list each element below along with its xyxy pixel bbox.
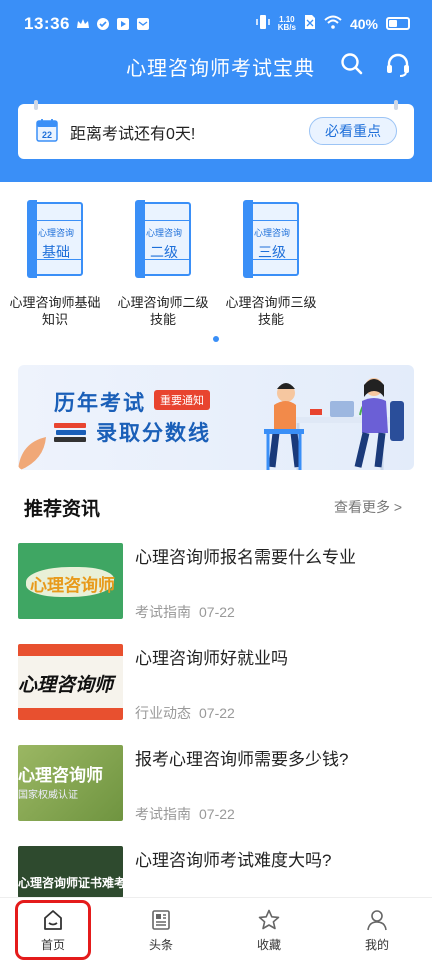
book-label-top: 心理咨询 <box>37 228 74 238</box>
search-button[interactable] <box>340 52 364 76</box>
book-label-top: 心理咨询 <box>145 228 182 238</box>
header: 13:36 1.10 KB/s 40% 心理咨询师考试宝典 22 距离考试还有0… <box>0 0 432 182</box>
news-thumbnail: 心理咨询师 <box>18 543 123 619</box>
app-title: 心理咨询师考试宝典 <box>126 58 315 80</box>
nav-label: 收藏 <box>256 938 281 952</box>
exam-countdown-card[interactable]: 22 距离考试还有0天! 必看重点 <box>18 100 414 159</box>
news-meta: 考试指南 07-22 <box>135 602 235 622</box>
news-title: 心理咨询师好就业吗 <box>135 649 288 668</box>
news-category: 考试指南 <box>135 806 191 822</box>
news-thumbnail: 心理咨询师 国家权威认证 <box>18 745 123 821</box>
news-item[interactable]: 心理咨询师 心理咨询师报名需要什么专业 考试指南 07-22 <box>18 543 418 623</box>
check-badge-icon <box>96 17 110 31</box>
book-icon: 心理咨询 二级 <box>135 200 191 278</box>
net-speed: 1.10 KB/s <box>277 15 296 32</box>
news-thumbnail: 心理咨询师 <box>18 644 123 720</box>
leaf-decoration <box>18 437 46 470</box>
book-label-main: 三级 <box>258 244 286 260</box>
status-right: 1.10 KB/s 40% <box>255 14 410 33</box>
news-title: 心理咨询师报名需要什么专业 <box>135 548 356 567</box>
crown-icon <box>76 17 90 31</box>
card-pin <box>34 100 38 110</box>
news-meta: 考试指南 07-22 <box>135 804 235 824</box>
headset-icon <box>387 53 409 77</box>
user-icon <box>367 910 387 931</box>
meeting-illustration <box>264 378 404 470</box>
course-name: 心理咨询师三级技能 <box>225 295 317 327</box>
news-date: 07-22 <box>199 604 235 620</box>
book-label-main: 基础 <box>42 244 70 260</box>
nav-headlines[interactable]: 头条 <box>126 908 196 953</box>
nav-label: 我的 <box>364 938 389 952</box>
banner-title: 历年考试 <box>54 392 146 415</box>
book-label-top: 心理咨询 <box>253 228 290 238</box>
pager-indicator <box>213 336 219 342</box>
news-title: 心理咨询师考试难度大吗? <box>135 851 332 870</box>
thumbnail-text: 心理咨询师 <box>30 576 115 595</box>
section-title: 推荐资讯 <box>24 499 101 520</box>
active-tab-highlight <box>15 900 91 960</box>
status-time: 13:36 <box>24 14 70 33</box>
see-more-link[interactable]: 查看更多 > <box>334 497 402 517</box>
play-app-icon <box>116 17 130 31</box>
star-icon <box>258 909 280 930</box>
news-category: 考试指南 <box>135 604 191 620</box>
nav-profile[interactable]: 我的 <box>342 908 412 953</box>
score-line-banner[interactable]: 历年考试 重要通知 录取分数线 <box>18 365 414 470</box>
banner-subtitle: 录取分数线 <box>96 422 211 445</box>
thumbnail-text: 心理咨询师 <box>18 675 114 696</box>
book-icon: 心理咨询 三级 <box>243 200 299 278</box>
search-icon <box>341 53 363 75</box>
notification-icons <box>76 17 150 31</box>
sim-icon <box>304 14 316 33</box>
news-meta: 行业动态 07-22 <box>135 703 235 723</box>
news-item[interactable]: 心理咨询师证书难考 心理咨询师考试难度大吗? <box>18 846 418 898</box>
news-icon <box>152 910 170 930</box>
status-bar: 13:36 1.10 KB/s 40% <box>0 0 432 50</box>
net-speed-unit: KB/s <box>277 22 296 32</box>
nav-favorites[interactable]: 收藏 <box>234 908 304 953</box>
customer-service-button[interactable] <box>385 52 411 78</box>
course-level-2[interactable]: 心理咨询 二级 心理咨询师二级技能 <box>108 200 218 328</box>
banner-badge: 重要通知 <box>154 390 210 410</box>
book-icon: 心理咨询 基础 <box>27 200 83 278</box>
battery-icon <box>386 17 410 30</box>
card-pin <box>394 100 398 110</box>
message-app-icon <box>136 17 150 31</box>
course-basics[interactable]: 心理咨询 基础 心理咨询师基础知识 <box>0 200 110 328</box>
news-thumbnail: 心理咨询师证书难考 <box>18 846 123 898</box>
calendar-day: 22 <box>42 130 52 140</box>
news-item[interactable]: 心理咨询师 心理咨询师好就业吗 行业动态 07-22 <box>18 644 418 724</box>
books-icon <box>54 423 86 442</box>
news-category: 行业动态 <box>135 705 191 721</box>
course-name: 心理咨询师二级技能 <box>117 295 209 327</box>
calendar-icon: 22 <box>36 119 58 142</box>
thumbnail-text: 心理咨询师证书难考 <box>18 876 123 890</box>
wifi-icon <box>324 15 342 32</box>
nav-label: 头条 <box>148 938 173 952</box>
news-item[interactable]: 心理咨询师 国家权威认证 报考心理咨询师需要多少钱? 考试指南 07-22 <box>18 745 418 825</box>
battery-text: 40% <box>349 15 378 32</box>
book-label-main: 二级 <box>150 244 178 260</box>
course-name: 心理咨询师基础知识 <box>9 295 101 327</box>
news-date: 07-22 <box>199 705 235 721</box>
countdown-text: 距离考试还有0天! <box>70 126 196 143</box>
thumbnail-subtext: 国家权威认证 <box>18 790 78 801</box>
news-title: 报考心理咨询师需要多少钱? <box>135 750 349 769</box>
vibrate-icon <box>255 14 270 33</box>
news-date: 07-22 <box>199 806 235 822</box>
course-level-3[interactable]: 心理咨询 三级 心理咨询师三级技能 <box>216 200 326 328</box>
thumbnail-text: 心理咨询师 <box>18 766 103 785</box>
must-see-button[interactable]: 必看重点 <box>309 117 397 145</box>
